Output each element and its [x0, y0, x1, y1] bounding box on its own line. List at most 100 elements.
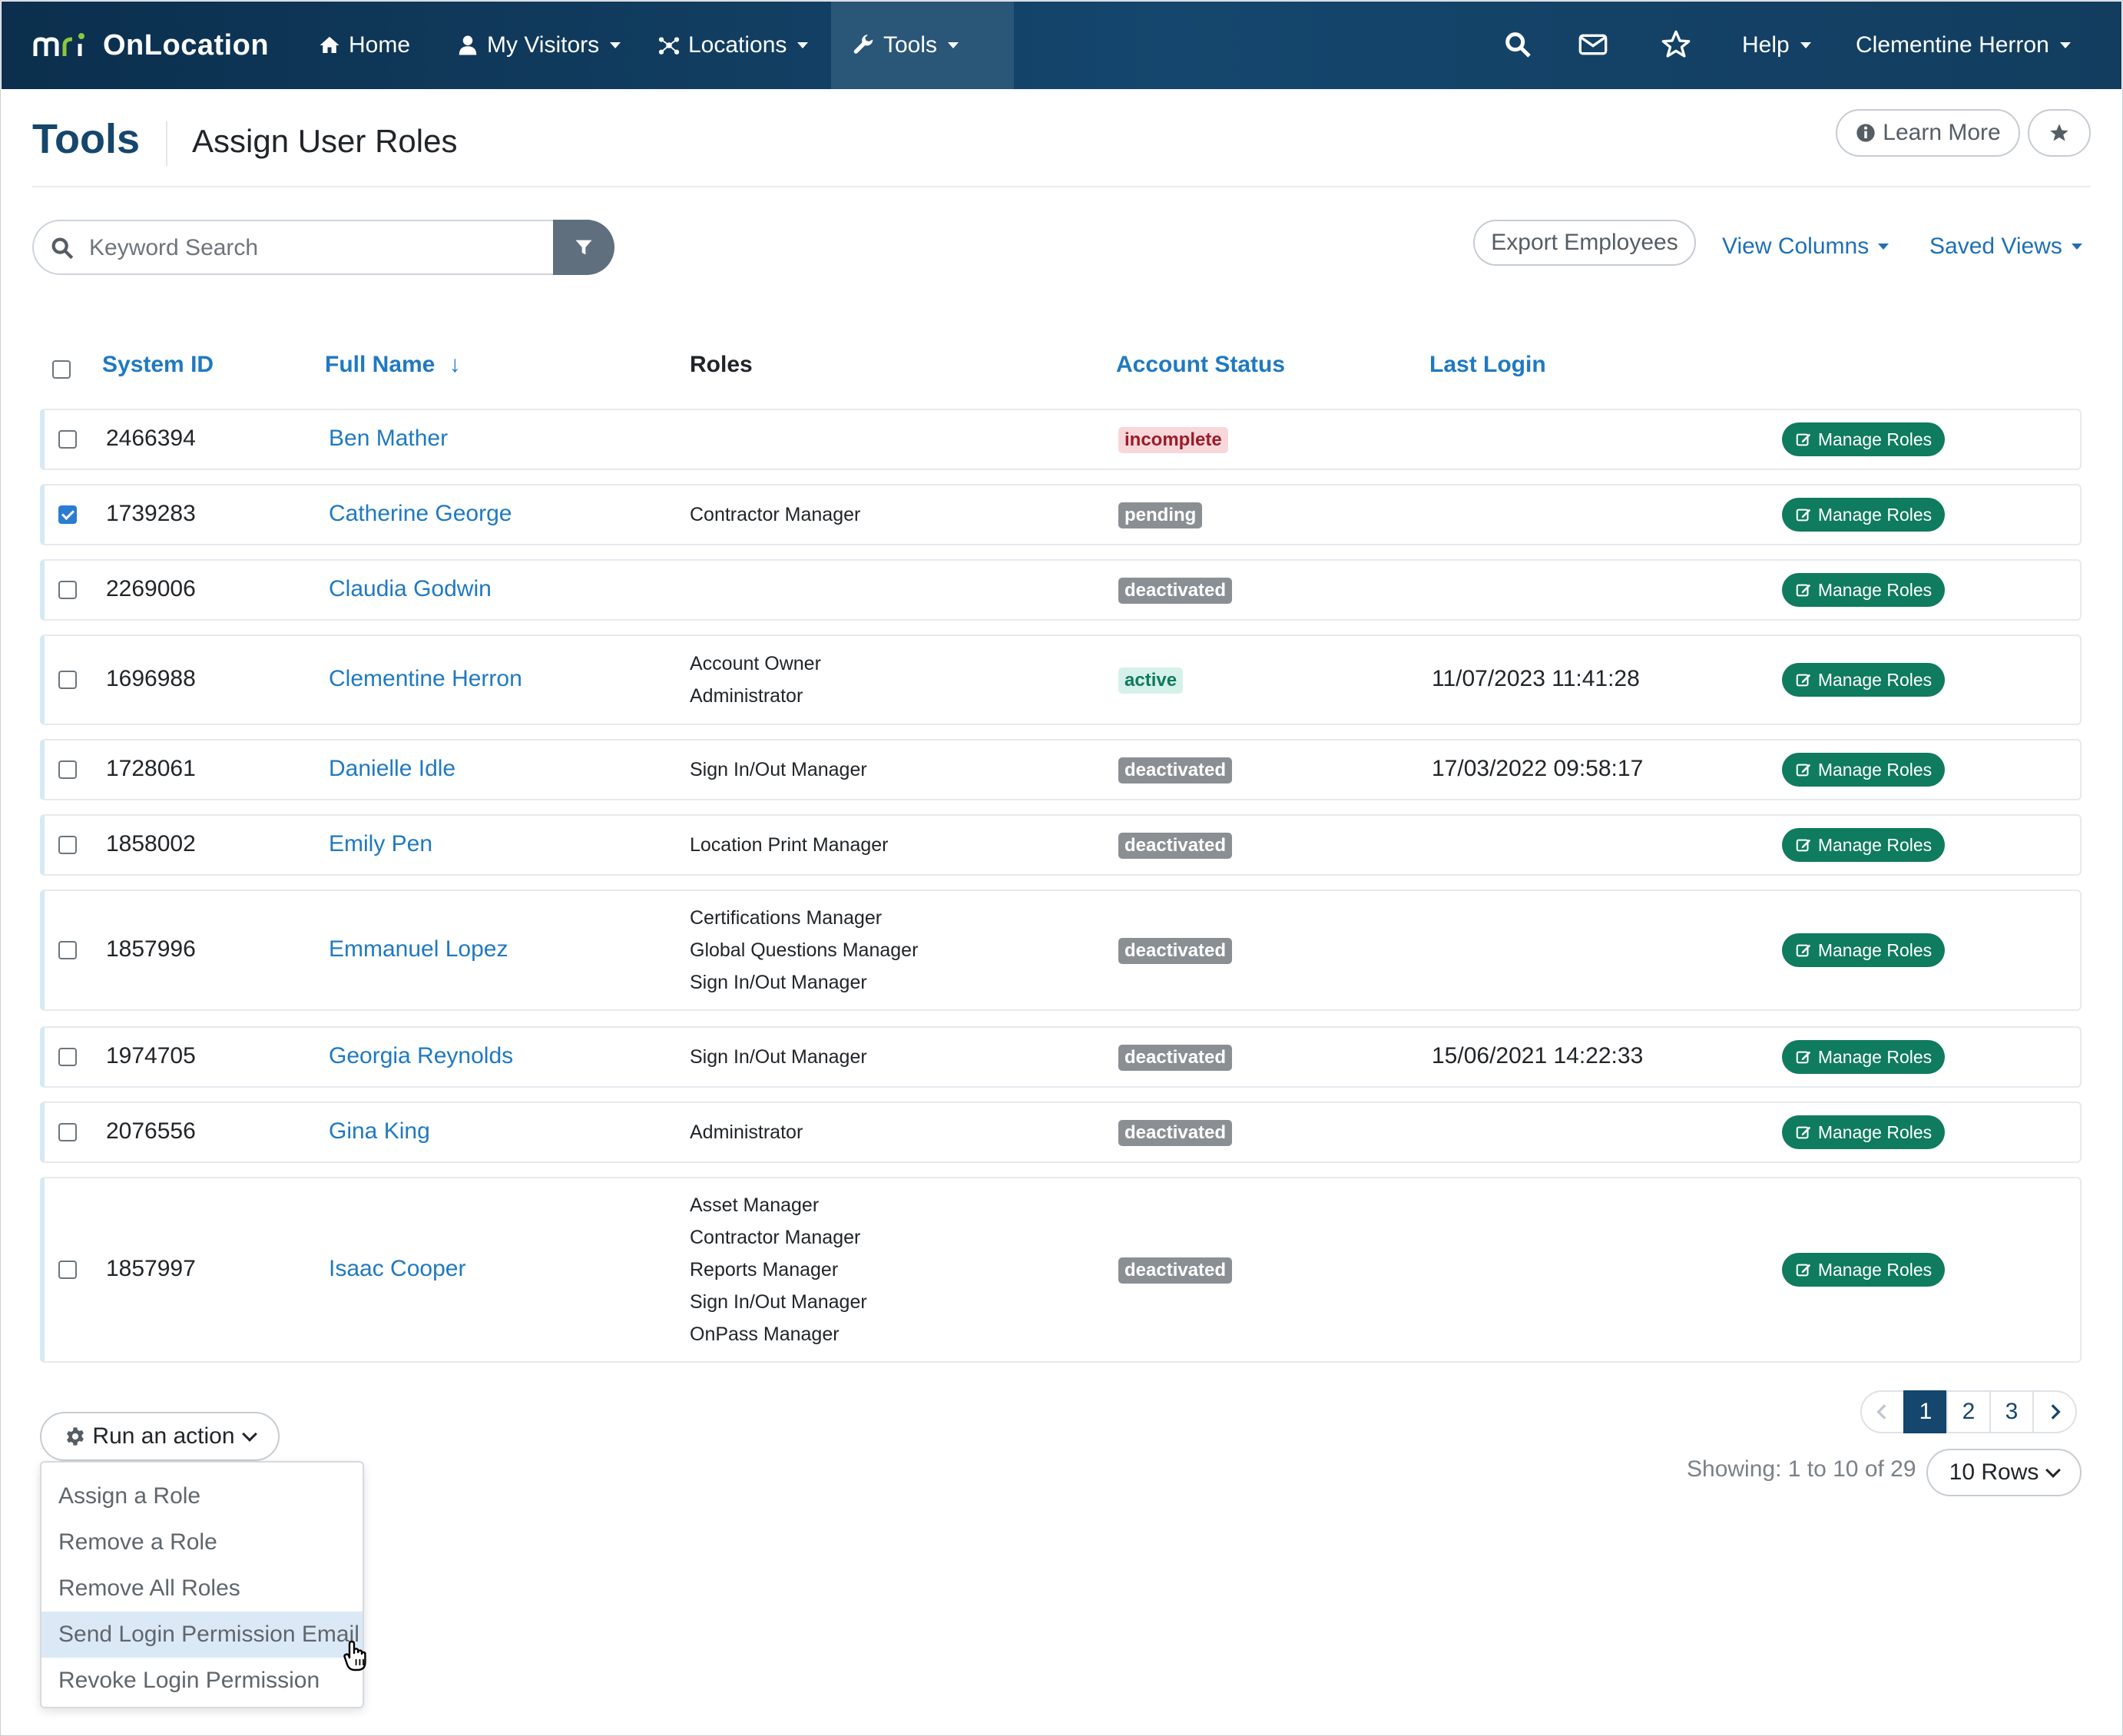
- next-page-button[interactable]: [2032, 1390, 2077, 1433]
- menu-item-revoke-login-permission[interactable]: Revoke Login Permission: [41, 1658, 363, 1704]
- column-header-roles: Roles: [690, 352, 753, 377]
- full-name-link[interactable]: Claudia Godwin: [329, 576, 492, 602]
- network-icon: [658, 37, 680, 55]
- last-login-cell: 17/03/2022 09:58:17: [1432, 756, 1644, 781]
- export-employees-button[interactable]: Export Employees: [1473, 220, 1696, 266]
- rows-per-page-dropdown[interactable]: 10 Rows: [1926, 1449, 2082, 1496]
- row-checkbox[interactable]: [58, 505, 77, 524]
- manage-roles-button[interactable]: Manage Roles: [1782, 422, 1945, 456]
- view-columns-label: View Columns: [1722, 234, 1870, 259]
- filter-button[interactable]: [553, 220, 614, 275]
- manage-roles-button[interactable]: Manage Roles: [1782, 573, 1945, 607]
- status-badge: deactivated: [1118, 578, 1233, 604]
- full-name-link[interactable]: Gina King: [329, 1118, 430, 1145]
- edit-icon: [1796, 509, 1811, 522]
- manage-roles-button[interactable]: Manage Roles: [1782, 1253, 1945, 1287]
- manage-roles-button[interactable]: Manage Roles: [1782, 663, 1945, 697]
- system-id-cell: 1857997: [106, 1256, 196, 1281]
- menu-item-assign-role[interactable]: Assign a Role: [41, 1473, 363, 1519]
- account-status-cell: deactivated: [1118, 576, 1233, 604]
- row-checkbox[interactable]: [58, 430, 77, 449]
- wrench-icon: [853, 35, 873, 54]
- manage-roles-button[interactable]: Manage Roles: [1782, 753, 1945, 787]
- nav-search-button[interactable]: [1496, 23, 1539, 66]
- row-checkbox[interactable]: [58, 941, 77, 959]
- full-name-link[interactable]: Emmanuel Lopez: [329, 936, 508, 962]
- menu-item-remove-all-roles[interactable]: Remove All Roles: [41, 1565, 363, 1612]
- status-badge: deactivated: [1118, 938, 1233, 964]
- table-row: 2269006 Claudia Godwin deactivated Manage R…: [40, 559, 2082, 621]
- row-checkbox[interactable]: [58, 671, 77, 689]
- row-checkbox[interactable]: [58, 760, 77, 779]
- nav-favorites-button[interactable]: [1654, 23, 1697, 66]
- system-id-cell: 2269006: [106, 576, 196, 601]
- view-columns-dropdown[interactable]: View Columns: [1722, 227, 1890, 266]
- row-checkbox[interactable]: [58, 1048, 77, 1066]
- nav-user-menu[interactable]: Clementine Herron: [1834, 2, 2092, 89]
- row-checkbox[interactable]: [58, 1261, 77, 1279]
- nav-home[interactable]: Home: [296, 2, 432, 89]
- menu-item-send-login-permission-email[interactable]: Send Login Permission Email: [41, 1612, 363, 1658]
- page-3-button[interactable]: 3: [1989, 1390, 2034, 1433]
- menu-item-remove-role[interactable]: Remove a Role: [41, 1519, 363, 1565]
- account-status-cell: pending: [1118, 501, 1203, 528]
- column-header-full-name[interactable]: Full Name ↓: [325, 352, 461, 378]
- manage-roles-button[interactable]: Manage Roles: [1782, 1115, 1945, 1149]
- page-title: Tools: [32, 116, 140, 162]
- keyword-search-input[interactable]: [88, 227, 544, 269]
- chevron-down-icon: [1878, 244, 1890, 250]
- page-1-button[interactable]: 1: [1903, 1390, 1948, 1433]
- full-name-link[interactable]: Ben Mather: [329, 426, 448, 452]
- full-name-link[interactable]: Georgia Reynolds: [329, 1043, 513, 1069]
- rows-per-page-label: 10 Rows: [1949, 1459, 2039, 1485]
- nav-tools[interactable]: Tools: [831, 2, 1014, 89]
- page-2-button[interactable]: 2: [1946, 1390, 1991, 1433]
- chevron-down-icon: [610, 42, 621, 48]
- chevron-right-icon: [2051, 1404, 2061, 1420]
- roles-cell: Location Print Manager: [690, 829, 888, 861]
- full-name-link[interactable]: Emily Pen: [329, 831, 432, 857]
- full-name-link[interactable]: Danielle Idle: [329, 756, 455, 782]
- nav-help[interactable]: Help: [1721, 2, 1833, 89]
- full-name-link[interactable]: Clementine Herron: [329, 666, 522, 692]
- manage-roles-button[interactable]: Manage Roles: [1782, 498, 1945, 532]
- chevron-down-icon: [2071, 244, 2082, 250]
- nav-help-label: Help: [1742, 32, 1790, 58]
- saved-views-dropdown[interactable]: Saved Views: [1929, 227, 2082, 266]
- table-row: 2076556 Gina King Administrator deactivated…: [40, 1102, 2082, 1163]
- run-action-button[interactable]: Run an action: [40, 1412, 280, 1461]
- account-status-cell: active: [1118, 666, 1184, 694]
- chevron-down-icon: [241, 1426, 257, 1442]
- system-id-cell: 1974705: [106, 1043, 196, 1068]
- row-checkbox[interactable]: [58, 836, 77, 854]
- export-employees-label: Export Employees: [1491, 230, 1678, 255]
- last-login-cell: 11/07/2023 11:41:28: [1432, 666, 1640, 691]
- favorite-page-button[interactable]: [2028, 109, 2091, 157]
- full-name-link[interactable]: Isaac Cooper: [329, 1256, 465, 1282]
- manage-roles-label: Manage Roles: [1817, 579, 1933, 600]
- column-header-last-login[interactable]: Last Login: [1429, 352, 1546, 378]
- manage-roles-label: Manage Roles: [1817, 429, 1933, 449]
- gear-icon: [67, 1427, 84, 1446]
- brand[interactable]: OnLocation: [32, 25, 269, 66]
- row-checkbox[interactable]: [58, 581, 77, 599]
- learn-more-button[interactable]: Learn More: [1836, 109, 2020, 157]
- edit-icon: [1796, 1264, 1811, 1277]
- chevron-down-icon: [2045, 1463, 2062, 1478]
- manage-roles-button[interactable]: Manage Roles: [1782, 933, 1945, 967]
- row-checkbox[interactable]: [58, 1123, 77, 1141]
- nav-locations[interactable]: Locations: [636, 2, 830, 89]
- chevron-down-icon: [797, 42, 809, 48]
- full-name-link[interactable]: Catherine George: [329, 501, 512, 527]
- column-header-system-id[interactable]: System ID: [102, 352, 214, 378]
- nav-messages-button[interactable]: [1572, 23, 1615, 66]
- edit-icon: [1796, 1126, 1811, 1139]
- column-header-account-status[interactable]: Account Status: [1116, 352, 1285, 378]
- prev-page-button[interactable]: [1860, 1390, 1905, 1433]
- system-id-cell: 1858002: [106, 831, 196, 856]
- manage-roles-button[interactable]: Manage Roles: [1782, 828, 1945, 862]
- nav-my-visitors[interactable]: My Visitors: [435, 2, 642, 89]
- manage-roles-button[interactable]: Manage Roles: [1782, 1040, 1945, 1074]
- select-all-checkbox[interactable]: [52, 360, 71, 379]
- role-label: Certifications Manager: [690, 907, 883, 929]
